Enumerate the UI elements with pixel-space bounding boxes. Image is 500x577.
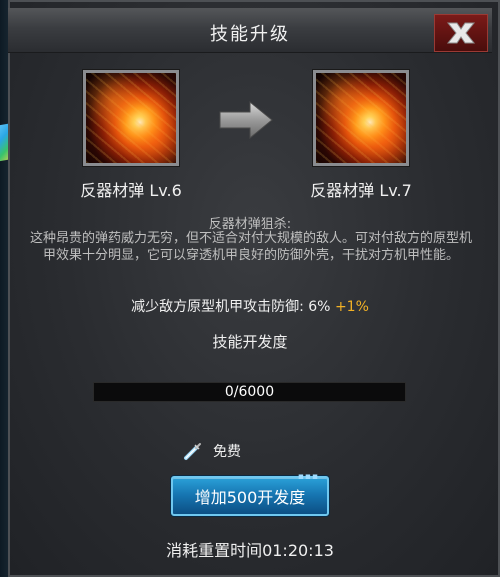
cost-row: 免费 [183, 441, 241, 461]
add-development-label: 增加500开发度 [194, 488, 306, 507]
skill-icon-next [312, 69, 410, 167]
cost-label: 免费 [213, 444, 241, 460]
panel-title: 技能升级 [210, 24, 290, 45]
description-text: 这种昂贵的弹药威力无穷，但不适合对付大规模的敌人。可对付敌方的原型机甲效果十分明… [29, 231, 472, 263]
effect-value: 6% [308, 299, 331, 315]
skill-name-current: 反器材弹 Lv.6 [80, 181, 182, 200]
skill-name-next: 反器材弹 Lv.7 [310, 181, 412, 200]
syringe-icon [184, 443, 201, 460]
effect-line: 减少敌方原型机甲攻击防御: 6% +1% [0, 296, 500, 316]
arrow-right-icon [219, 100, 273, 140]
development-progress-bar: 0/6000 [93, 382, 406, 402]
add-development-button[interactable]: ▪▪▪ 增加500开发度 [171, 472, 329, 516]
development-label: 技能开发度 [212, 333, 288, 351]
progress-text: 0/6000 [224, 384, 275, 400]
close-button[interactable] [434, 14, 488, 52]
effect-label: 减少敌方原型机甲攻击防御: [131, 299, 304, 315]
button-decoration: ▪▪▪ [297, 472, 319, 482]
effect-bonus: +1% [334, 299, 369, 315]
reset-time-text: 消耗重置时间01:20:13 [166, 541, 334, 560]
skill-icon-current [82, 69, 180, 167]
title-bar: 技能升级 [8, 8, 492, 53]
close-icon [446, 22, 476, 44]
